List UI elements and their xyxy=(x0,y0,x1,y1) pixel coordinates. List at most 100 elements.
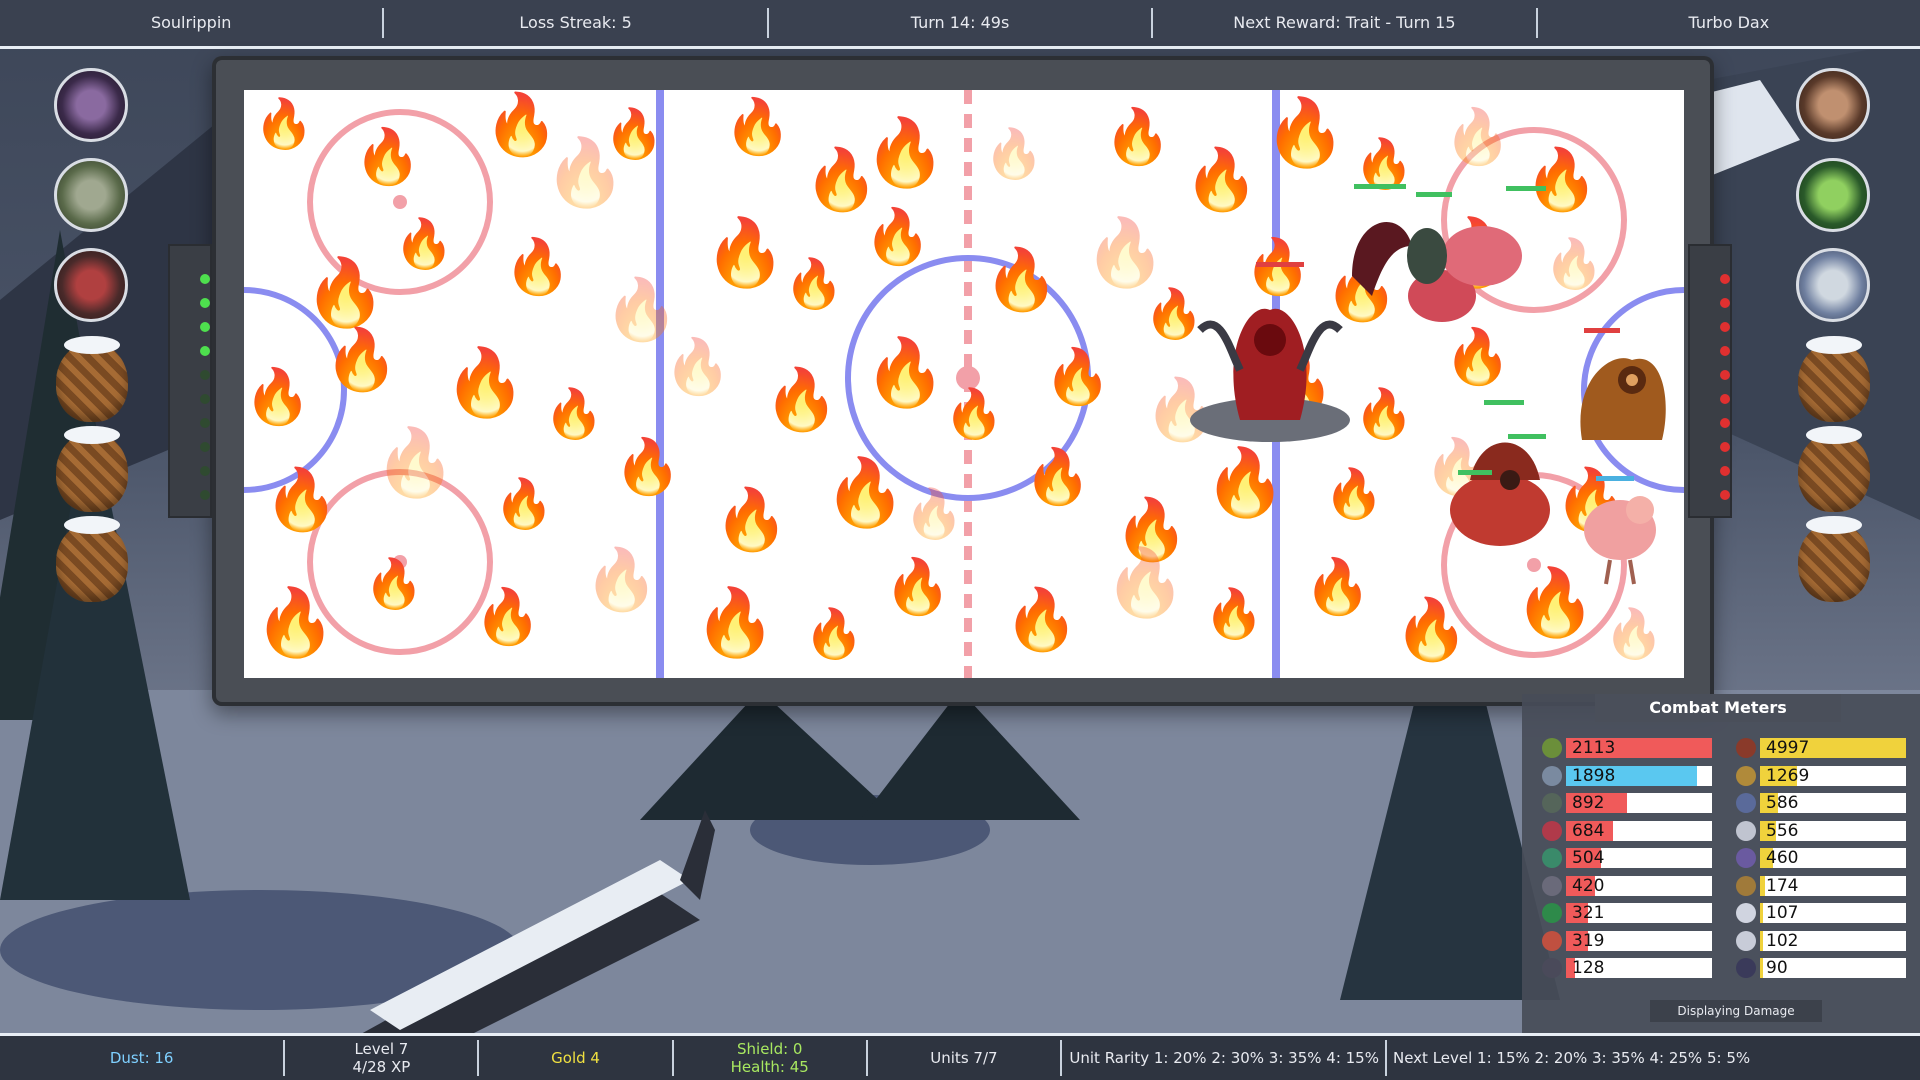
pinecone-icon xyxy=(1798,336,1870,422)
xp-label: 4/28 XP xyxy=(352,1058,411,1076)
fire-icon: 🔥 xyxy=(824,454,907,531)
damage-meter-bar: 4997 xyxy=(1760,738,1906,758)
crab-knight-unit[interactable] xyxy=(1430,410,1580,560)
next-level-odds: Next Level 1: 15% 2: 20% 3: 35% 4: 25% 5… xyxy=(1384,1040,1920,1076)
fire-icon: 🔥 xyxy=(864,334,947,411)
fire-icon: 🔥 xyxy=(504,235,572,298)
battle-arena[interactable]: 🔥 🔥 🔥 🔥 🔥 🔥 🔥 🔥 🔥 🔥 🔥 🔥 🔥 🔥 🔥 🔥 🔥 🔥 🔥 🔥 🔥 🔥 🔥 🔥 🔥 🔥 🔥 🔥 🔥 🔥 🔥 🔥 🔥 🔥 🔥 🔥 🔥 🔥 🔥 🔥… xyxy=(244,90,1684,678)
fire-icon: 🔥 xyxy=(764,365,839,435)
fire-icon: 🔥 xyxy=(1444,325,1512,388)
player-indicator-light xyxy=(200,274,210,284)
damage-meter-bar: 90 xyxy=(1760,958,1906,978)
damage-meter-bar: 504 xyxy=(1566,848,1712,868)
player-indicator-light xyxy=(200,346,210,356)
fire-icon: 🔥 xyxy=(864,205,932,268)
fire-icon: 🔥 xyxy=(1104,105,1172,168)
player-indicator-light xyxy=(200,442,210,452)
damage-meter-bar: 107 xyxy=(1760,903,1906,923)
unit-portrait-icon xyxy=(1542,820,1562,841)
opponent-indicator-light xyxy=(1720,346,1730,356)
shield-health-display: Shield: 0 Health: 45 xyxy=(674,1040,868,1076)
top-status-bar: Soulrippin Loss Streak: 5 Turn 14: 49s N… xyxy=(0,0,1920,49)
units-label: Units 7/7 xyxy=(930,1049,998,1067)
player-avatar-2[interactable] xyxy=(54,158,128,232)
opponent-avatar-1[interactable] xyxy=(1796,68,1870,142)
unit-portrait-icon xyxy=(1736,848,1756,868)
hooded-beast-unit[interactable] xyxy=(1562,330,1682,450)
damage-meter-bar: 319 xyxy=(1566,930,1712,951)
damage-value: 174 xyxy=(1766,875,1799,896)
damage-value: 586 xyxy=(1766,793,1799,813)
fire-icon: 🔥 xyxy=(944,386,1004,442)
bottom-status-bar: Dust: 16 Level 7 4/28 XP Gold 4 Shield: … xyxy=(0,1033,1920,1080)
damage-value: 1898 xyxy=(1572,765,1616,786)
fire-icon: 🔥 xyxy=(444,344,527,421)
damage-value: 460 xyxy=(1766,848,1799,868)
fire-icon: 🔥 xyxy=(1304,555,1372,618)
unit-portrait-icon xyxy=(1542,958,1562,978)
fire-icon: 🔥 xyxy=(984,126,1044,182)
combat-meters-panel: Combat Meters 2113 1898 892 684 504 420 321 319… xyxy=(1522,694,1920,1038)
damage-value: 107 xyxy=(1766,903,1799,923)
fire-icon: 🔥 xyxy=(1604,606,1664,662)
player-avatar-3[interactable] xyxy=(54,248,128,322)
unit-portrait-icon xyxy=(1542,875,1562,896)
damage-value: 504 xyxy=(1572,848,1605,868)
player-avatar-1[interactable] xyxy=(54,68,128,142)
damage-value: 1269 xyxy=(1766,765,1810,786)
fire-icon: 🔥 xyxy=(354,125,422,188)
damage-value: 556 xyxy=(1766,820,1799,841)
lobster-swarm-unit[interactable] xyxy=(1332,186,1542,336)
player-indicator-light xyxy=(200,418,210,428)
loss-streak: Loss Streak: 5 xyxy=(384,8,769,38)
unit-portrait-icon xyxy=(1542,765,1562,786)
fire-icon: 🔥 xyxy=(1204,586,1264,642)
dust-label: Dust: 16 xyxy=(109,1049,174,1067)
fire-icon: 🔥 xyxy=(394,216,454,272)
level-label: Level 7 xyxy=(354,1040,409,1058)
turn-timer: Turn 14: 49s xyxy=(769,8,1154,38)
fire-icon: 🔥 xyxy=(264,465,339,535)
displaying-damage-toggle[interactable]: Displaying Damage xyxy=(1650,1000,1822,1022)
unit-portrait-icon xyxy=(1542,930,1562,951)
health-label: Health: 45 xyxy=(730,1058,809,1076)
opponent-avatar-2[interactable] xyxy=(1796,158,1870,232)
unit-health-bar xyxy=(1506,186,1546,191)
damage-meter-bar: 420 xyxy=(1566,875,1712,896)
fire-icon: 🔥 xyxy=(1324,466,1384,522)
opponent-indicator-light xyxy=(1720,442,1730,452)
damage-value: 420 xyxy=(1572,875,1605,896)
fire-icon: 🔥 xyxy=(724,95,792,158)
damage-value: 684 xyxy=(1572,820,1605,841)
unit-health-bar xyxy=(1458,470,1492,475)
fire-icon: 🔥 xyxy=(1394,595,1469,665)
damage-meter-bar: 321 xyxy=(1566,903,1712,923)
fire-icon: 🔥 xyxy=(324,325,399,395)
damage-value: 319 xyxy=(1572,930,1605,951)
shield-label: Shield: 0 xyxy=(737,1040,803,1058)
damage-meter-bar: 2113 xyxy=(1566,738,1712,758)
unit-health-bar xyxy=(1416,192,1452,197)
fire-icon: 🔥 xyxy=(304,254,387,331)
unit-portrait-icon xyxy=(1736,765,1756,786)
unit-health-bar xyxy=(1354,184,1406,189)
opponent-indicator-light xyxy=(1720,490,1730,500)
fire-icon: 🔥 xyxy=(604,275,679,345)
unit-health-bar xyxy=(1596,476,1634,481)
fire-icon: 🔥 xyxy=(254,96,314,152)
opponent-avatar-3[interactable] xyxy=(1796,248,1870,322)
pinecone-icon xyxy=(1798,516,1870,602)
unit-rarity-display: Unit Rarity 1: 20% 2: 30% 3: 35% 4: 15% xyxy=(1062,1040,1385,1076)
opponent-side-panel xyxy=(1688,244,1732,518)
player-indicator-light xyxy=(200,298,210,308)
next-level-label: Next Level 1: 15% 2: 20% 3: 35% 4: 25% 5… xyxy=(1392,1049,1751,1067)
next-reward: Next Reward: Trait - Turn 15 xyxy=(1153,8,1538,38)
damage-meter-bar: 460 xyxy=(1760,848,1906,868)
unit-health-bar xyxy=(1508,434,1546,439)
pink-bird-unit[interactable] xyxy=(1570,480,1670,590)
fire-icon: 🔥 xyxy=(374,424,457,501)
fire-icon: 🔥 xyxy=(614,435,682,498)
unit-portrait-icon xyxy=(1736,903,1756,923)
unit-portrait-icon xyxy=(1542,903,1562,923)
opponent-indicator-light xyxy=(1720,322,1730,332)
